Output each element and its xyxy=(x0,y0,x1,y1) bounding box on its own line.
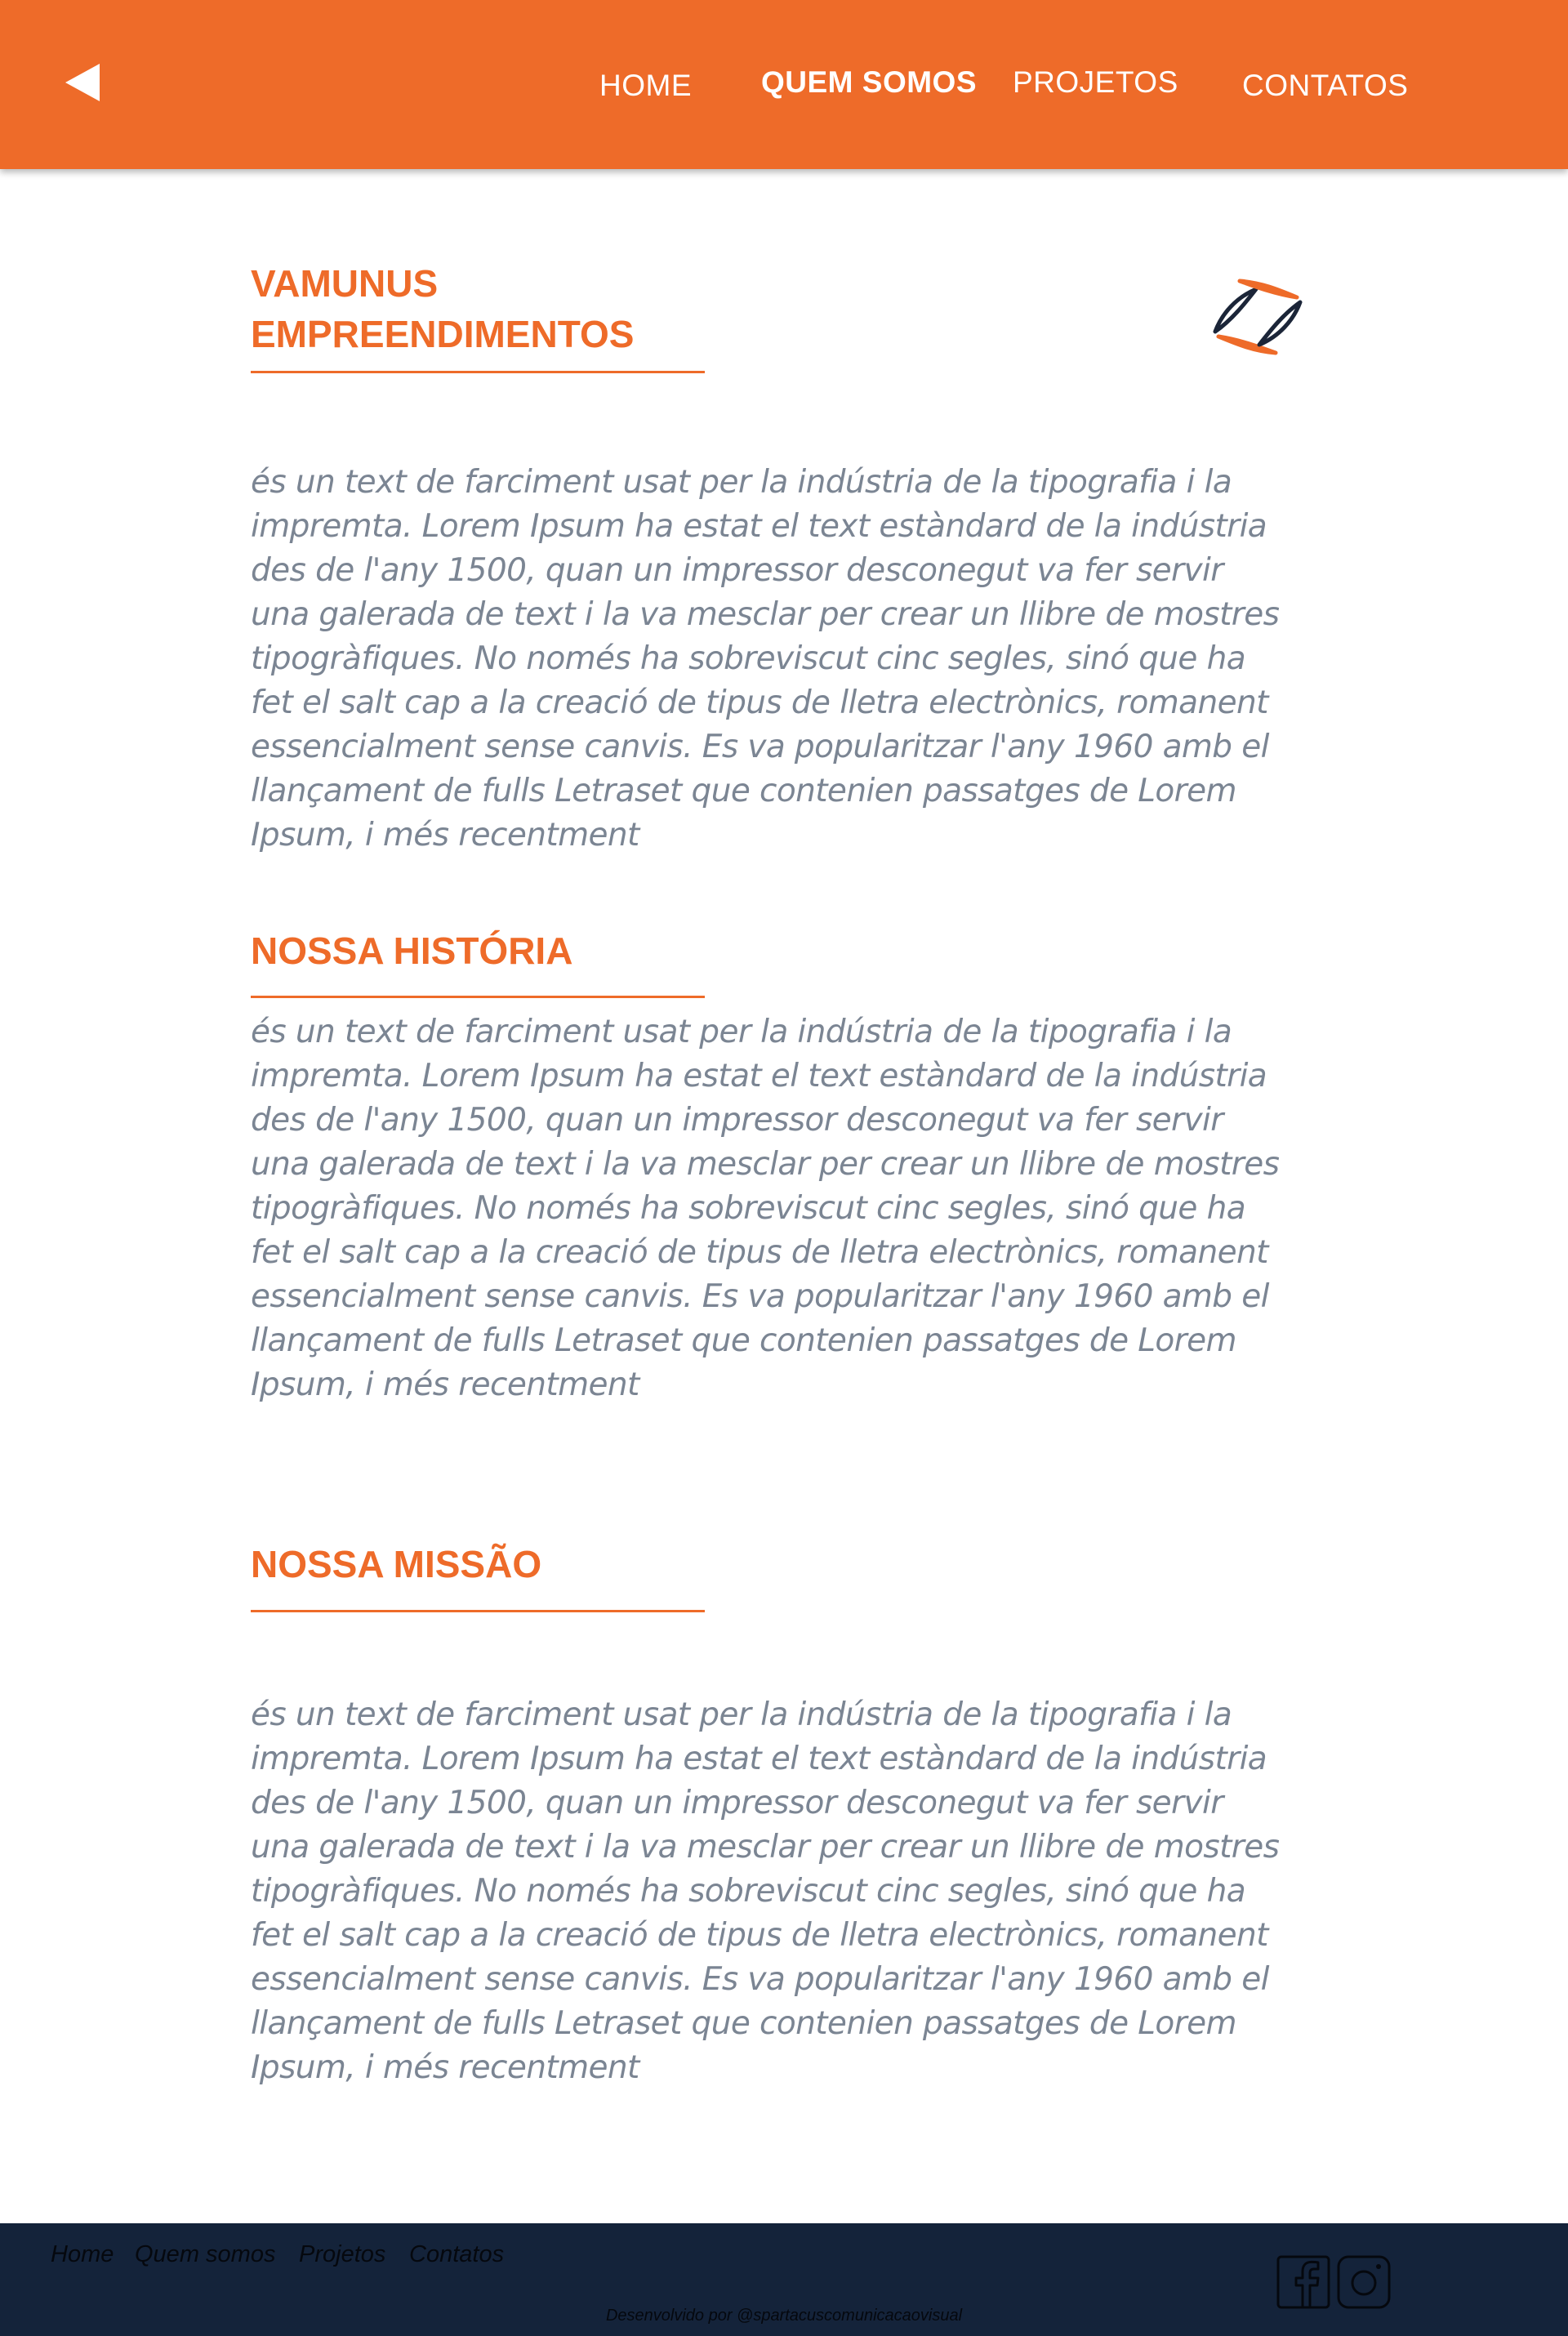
nav-item-projetos[interactable]: PROJETOS xyxy=(1013,65,1178,100)
site-header: HOME QUEM SOMOS PROJETOS CONTATOS xyxy=(0,0,1568,169)
footer-link-projetos[interactable]: Projetos xyxy=(299,2241,385,2268)
nav-item-contatos[interactable]: CONTATOS xyxy=(1242,69,1408,103)
company-description: és un text de farciment usat per la indú… xyxy=(251,464,1280,854)
back-arrow-icon[interactable] xyxy=(64,62,101,103)
nav-item-home[interactable]: HOME xyxy=(599,69,692,103)
footer-link-quem-somos[interactable]: Quem somos xyxy=(135,2241,275,2268)
heading-underline xyxy=(251,371,705,373)
nav-item-quem-somos[interactable]: QUEM SOMOS xyxy=(761,65,977,100)
heading-underline xyxy=(251,996,705,998)
mission-description: és un text de farciment usat per la indú… xyxy=(251,1696,1280,2086)
mission-heading: NOSSA MISSÃO xyxy=(251,1543,542,1585)
developer-credit: Desenvolvido por @spartacuscomunicacaovi… xyxy=(605,2307,963,2325)
history-heading: NOSSA HISTÓRIA xyxy=(251,929,573,972)
vamunus-logo-icon xyxy=(1213,279,1303,355)
instagram-icon[interactable] xyxy=(1336,2254,1392,2310)
history-description: és un text de farciment usat per la indú… xyxy=(251,1014,1280,1403)
footer-link-contatos[interactable]: Contatos xyxy=(409,2241,504,2268)
company-heading: VAMUNUS EMPREENDIMENTOS xyxy=(251,262,635,355)
footer-link-home[interactable]: Home xyxy=(51,2241,114,2268)
heading-underline xyxy=(251,1610,705,1612)
facebook-icon[interactable] xyxy=(1276,2254,1331,2310)
site-footer: Home Quem somos Projetos Contatos Desenv… xyxy=(0,2223,1568,2336)
